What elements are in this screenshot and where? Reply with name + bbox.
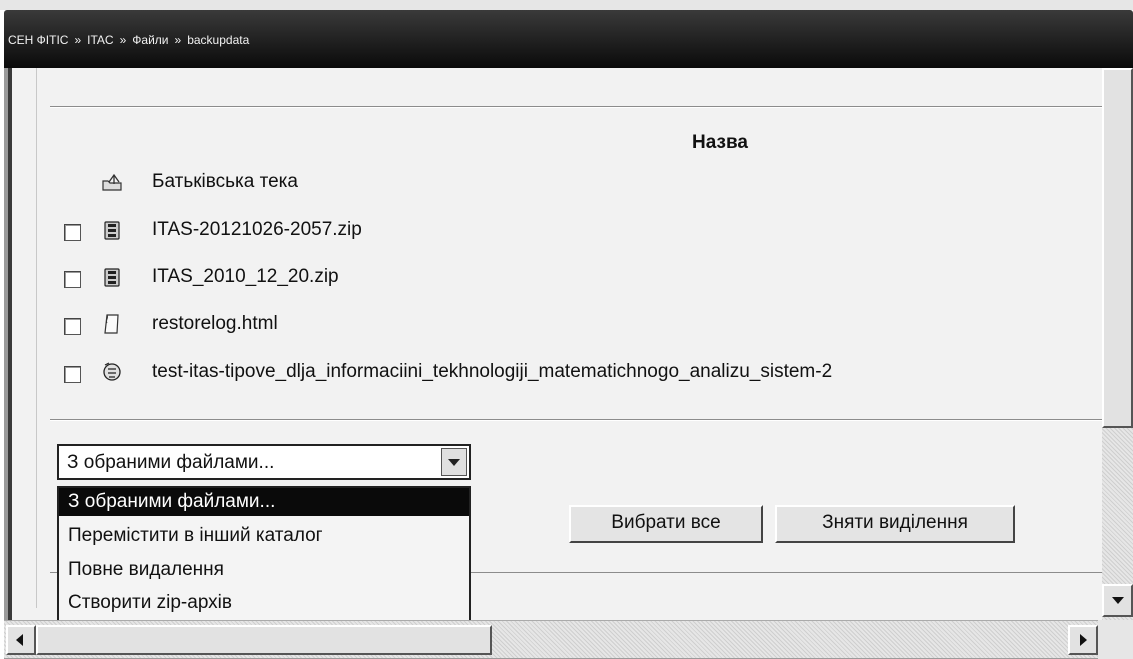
horizontal-scrollbar[interactable] — [4, 620, 1098, 658]
document-icon — [104, 314, 119, 334]
breadcrumb-item-course[interactable]: ITAC — [87, 33, 113, 47]
file-checkbox[interactable] — [64, 224, 81, 241]
parent-folder-label[interactable]: Батьківська тека — [152, 171, 298, 193]
dropdown-option-label: Повне видалення — [68, 559, 224, 580]
divider — [50, 420, 1106, 421]
breadcrumb-separator: » — [119, 33, 127, 47]
breadcrumb: СЕН ФІТІС » ITAC » Файли » backupdata — [8, 33, 249, 47]
file-checkbox[interactable] — [64, 318, 81, 335]
parent-folder-icon — [102, 173, 122, 191]
breadcrumb-item-current: backupdata — [187, 33, 250, 47]
scroll-down-arrow-icon[interactable] — [1102, 584, 1133, 617]
file-checkbox[interactable] — [64, 271, 81, 288]
breadcrumb-item-site[interactable]: СЕН ФІТІС — [8, 33, 68, 47]
chevron-down-icon[interactable] — [441, 448, 467, 476]
zip-archive-icon — [104, 268, 120, 287]
file-checkbox[interactable] — [64, 366, 81, 383]
breadcrumb-separator: » — [74, 33, 82, 47]
dropdown-option-label: Перемістити в інший каталог — [68, 525, 323, 546]
dropdown-option[interactable]: З обраними файлами... — [59, 488, 469, 516]
bulk-action-select[interactable]: З обраними файлами... — [57, 444, 471, 480]
file-name-link[interactable]: restorelog.html — [152, 313, 278, 335]
file-name-link[interactable]: ITAS-20121026-2057.zip — [152, 219, 362, 241]
file-name-link[interactable]: ITAS_2010_12_20.zip — [152, 266, 339, 288]
dropdown-option-label: Створити zip-архів — [68, 592, 232, 613]
bulk-action-dropdown: З обраними файлами... Перемістити в інши… — [57, 486, 471, 624]
deselect-all-button[interactable]: Зняти виділення — [775, 505, 1015, 543]
top-strip — [0, 0, 1133, 10]
breadcrumb-separator: » — [174, 33, 182, 47]
vertical-scrollbar[interactable] — [1102, 68, 1133, 620]
breadcrumb-item-files[interactable]: Файли — [132, 33, 168, 47]
dropdown-option[interactable]: Повне видалення — [59, 556, 469, 584]
backup-file-icon — [103, 362, 121, 381]
zip-archive-icon — [104, 221, 120, 240]
scroll-right-arrow-icon[interactable] — [1068, 625, 1098, 655]
column-header-name[interactable]: Назва — [692, 132, 748, 154]
dropdown-option[interactable]: Перемістити в інший каталог — [59, 522, 469, 550]
scroll-left-arrow-icon[interactable] — [6, 625, 36, 655]
dropdown-option-label: З обраними файлами... — [68, 491, 276, 512]
bulk-action-select-value: З обраними файлами... — [67, 452, 275, 473]
horizontal-scroll-thumb[interactable] — [36, 625, 492, 655]
select-all-button[interactable]: Вибрати все — [569, 505, 763, 543]
scrollbar-corner — [1098, 620, 1133, 659]
file-name-link[interactable]: test-itas-tipove_dlja_informaciini_tekhn… — [152, 361, 832, 383]
dropdown-option[interactable]: Створити zip-архів — [59, 589, 469, 617]
vertical-scroll-thumb[interactable] — [1102, 68, 1133, 428]
divider — [50, 107, 1106, 108]
